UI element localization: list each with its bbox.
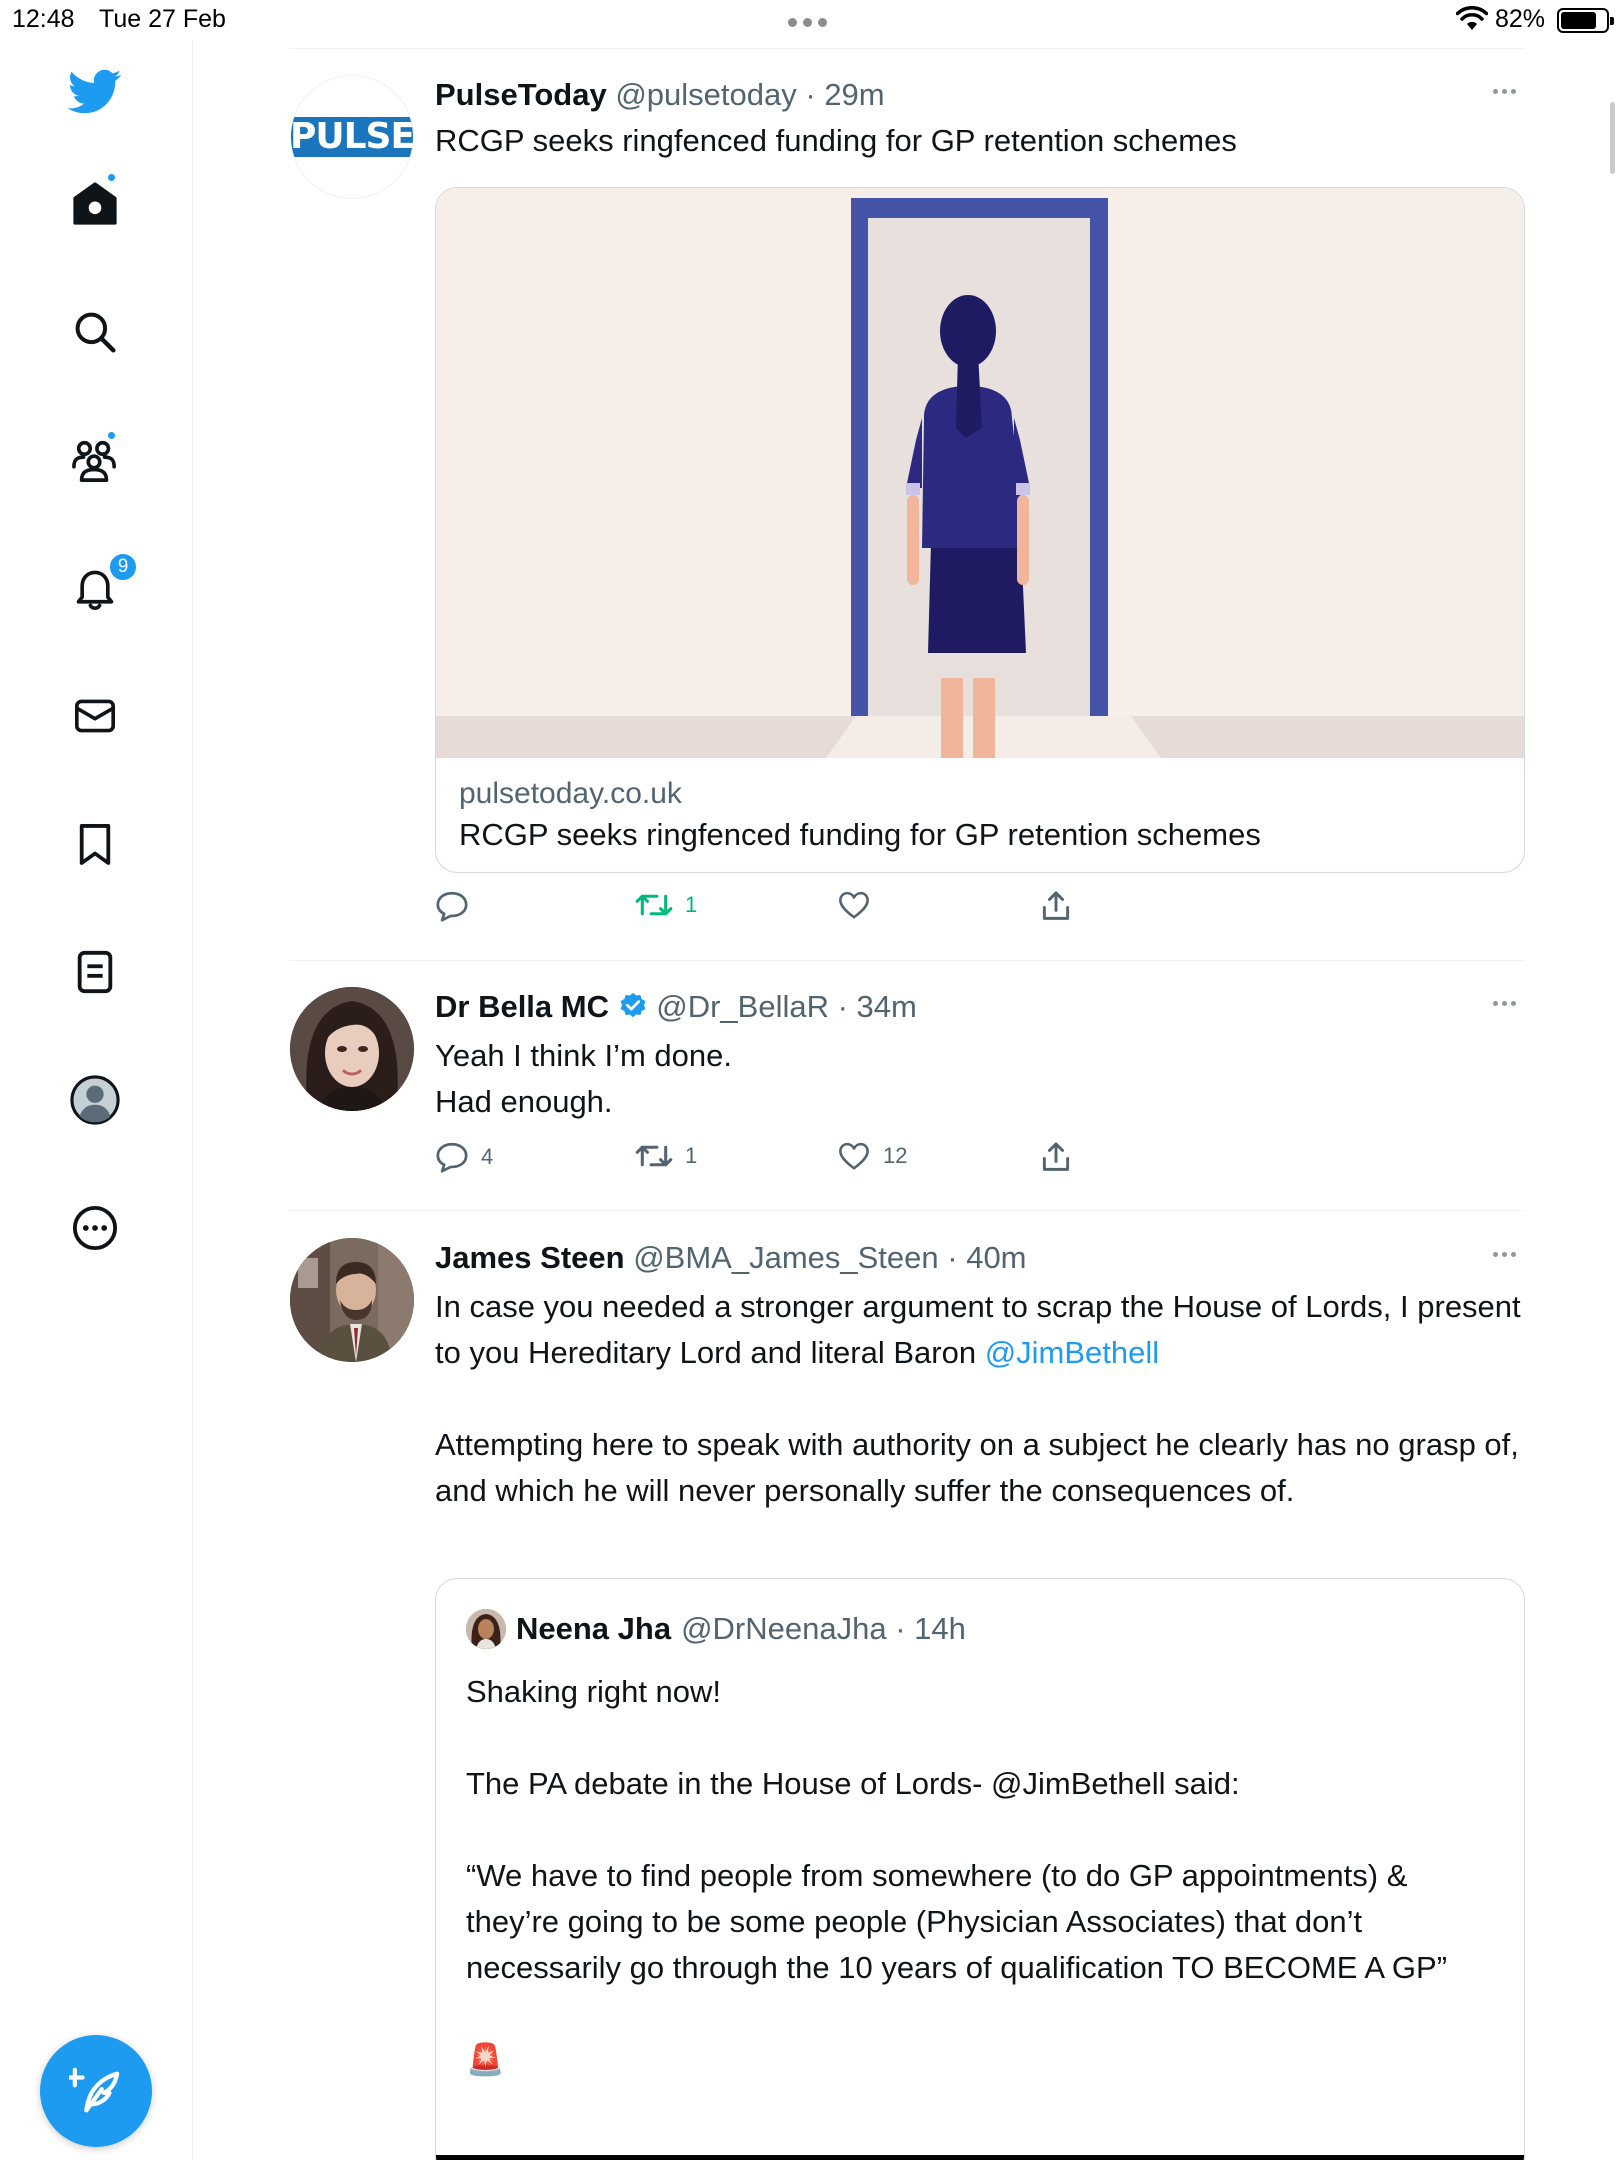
more-circle-icon[interactable]: [65, 1198, 125, 1258]
card-image: [436, 188, 1524, 758]
author-handle[interactable]: @Dr_BellaR: [656, 989, 829, 1024]
card-title: RCGP seeks ringfenced funding for GP ret…: [459, 817, 1261, 852]
quoted-avatar: [466, 1609, 506, 1649]
tweet-header: James Steen @BMA_James_Steen · 40m: [435, 1238, 1525, 1278]
notification-count-badge: 9: [108, 552, 138, 582]
compose-feather-icon: [69, 2067, 120, 2113]
retweet-count: 1: [685, 892, 698, 917]
tweet-text: RCGP seeks ringfenced funding for GP ret…: [435, 123, 1237, 158]
multitasking-dots-icon[interactable]: [788, 14, 834, 27]
retweet-icon: [635, 894, 673, 916]
tweet-body: Dr Bella MC @Dr_BellaR · 34m Yeah I thin…: [435, 987, 1525, 1125]
quoted-media-preview[interactable]: [436, 2155, 1524, 2160]
like-count: 12: [883, 1143, 908, 1168]
author-handle[interactable]: @BMA_James_Steen: [633, 1240, 938, 1275]
heart-icon: [839, 1142, 869, 1170]
verified-badge-icon: [620, 992, 645, 1018]
mail-icon[interactable]: [65, 686, 125, 746]
more-options-icon[interactable]: [1493, 993, 1525, 1013]
share-icon: [1042, 1142, 1070, 1171]
retweet-count: 1: [685, 1143, 698, 1168]
bell-icon[interactable]: 9: [65, 552, 138, 618]
tweet-header: Dr Bella MC @Dr_BellaR · 34m: [435, 987, 1525, 1027]
share-icon: [1042, 891, 1070, 920]
quoted-author-name: Neena Jha: [516, 1611, 672, 1646]
twitter-bird-icon[interactable]: [65, 62, 125, 122]
compose-tweet-button[interactable]: [40, 2035, 152, 2147]
feed-divider: [290, 48, 1525, 49]
tweet-actions: 1: [435, 890, 1135, 930]
tweet-body: James Steen @BMA_James_Steen · 40m In ca…: [435, 1238, 1525, 1514]
author-name[interactable]: Dr Bella MC: [435, 989, 609, 1024]
avatar[interactable]: PULSE: [290, 75, 414, 199]
reply-count: 4: [481, 1144, 494, 1169]
heart-icon: [839, 891, 869, 919]
author-name[interactable]: James Steen: [435, 1240, 625, 1275]
tweet-actions: 4 1 12: [435, 1141, 1135, 1181]
pulse-logo: PULSE: [291, 117, 413, 157]
tweet-text-part: In case you needed a stronger argument t…: [435, 1289, 1530, 1370]
search-icon[interactable]: [65, 302, 125, 362]
quoted-handle-time: @DrNeenaJha · 14h: [681, 1611, 966, 1646]
more-options-icon[interactable]: [1493, 81, 1525, 101]
lists-icon[interactable]: [65, 942, 125, 1002]
sidebar: 9: [0, 40, 193, 2160]
status-time: 12:48: [12, 5, 75, 33]
wifi-icon: [1456, 6, 1488, 30]
home-icon[interactable]: [65, 172, 125, 234]
retweet-button[interactable]: 1: [635, 890, 697, 920]
tweet[interactable]: PULSE PulseToday @pulsetoday · 29m RCGP …: [290, 75, 1525, 955]
status-date: Tue 27 Feb: [99, 5, 226, 33]
feed-divider: [290, 1210, 1525, 1211]
status-bar: 12:48 Tue 27 Feb 82%: [0, 0, 1620, 40]
retweet-icon: [635, 1145, 673, 1167]
reply-button[interactable]: 4: [435, 1141, 493, 1173]
tweet-time[interactable]: 40m: [966, 1240, 1026, 1275]
tweet-time[interactable]: 34m: [857, 989, 917, 1024]
quoted-tweet[interactable]: Neena Jha @DrNeenaJha · 14h Shaking righ…: [435, 1578, 1525, 2160]
tweet[interactable]: James Steen @BMA_James_Steen · 40m In ca…: [290, 1238, 1525, 2160]
author-name[interactable]: PulseToday: [435, 77, 607, 112]
home-notification-dot: [106, 172, 117, 183]
avatar[interactable]: [290, 987, 414, 1111]
feed-divider: [290, 960, 1525, 961]
share-button[interactable]: [1040, 890, 1072, 922]
separator: ·: [796, 77, 825, 112]
woman-in-doorway-illustration: [436, 188, 1524, 758]
quoted-tweet-header: Neena Jha @DrNeenaJha · 14h: [466, 1609, 966, 1649]
quoted-tweet-time: 14h: [914, 1611, 966, 1646]
tweet-body: PulseToday @pulsetoday · 29m RCGP seeks …: [435, 75, 1525, 164]
like-button[interactable]: 12: [837, 1141, 907, 1171]
retweet-button[interactable]: 1: [635, 1141, 697, 1171]
tweet-header: PulseToday @pulsetoday · 29m: [435, 75, 1525, 115]
battery-percentage: 82%: [1495, 5, 1546, 33]
battery-icon: [1557, 8, 1614, 33]
author-handle[interactable]: @pulsetoday: [615, 77, 796, 112]
reply-icon: [436, 1142, 468, 1173]
profile-avatar-icon[interactable]: [65, 1070, 125, 1130]
separator: ·: [828, 989, 857, 1024]
quoted-tweet-text: Shaking right now! The PA debate in the …: [466, 1674, 1448, 2077]
tweet-text: Yeah I think I’m done. Had enough.: [435, 1038, 732, 1119]
quoted-author-handle: @DrNeenaJha: [681, 1611, 887, 1646]
reply-icon: [436, 891, 468, 922]
separator: ·: [938, 1240, 967, 1275]
bookmark-icon[interactable]: [65, 814, 125, 874]
mention-link[interactable]: @JimBethell: [985, 1335, 1159, 1370]
tweet-text: In case you needed a stronger argument t…: [435, 1284, 1525, 1376]
communities-notification-dot: [106, 430, 117, 441]
share-button[interactable]: [1040, 1141, 1072, 1173]
tweet-time[interactable]: 29m: [824, 77, 884, 112]
like-button[interactable]: [837, 890, 883, 920]
link-card[interactable]: pulsetoday.co.uk RCGP seeks ringfenced f…: [435, 187, 1525, 873]
avatar[interactable]: [290, 1238, 414, 1362]
card-domain: pulsetoday.co.uk: [459, 777, 682, 810]
communities-icon[interactable]: [65, 430, 125, 490]
tweet[interactable]: Dr Bella MC @Dr_BellaR · 34m Yeah I thin…: [290, 987, 1525, 1207]
scrollbar[interactable]: [1610, 102, 1615, 174]
tweet-text-continued: Attempting here to speak with authority …: [435, 1427, 1528, 1508]
reply-button[interactable]: [435, 890, 481, 922]
more-options-icon[interactable]: [1493, 1244, 1525, 1264]
card-meta: pulsetoday.co.uk RCGP seeks ringfenced f…: [459, 774, 1504, 856]
